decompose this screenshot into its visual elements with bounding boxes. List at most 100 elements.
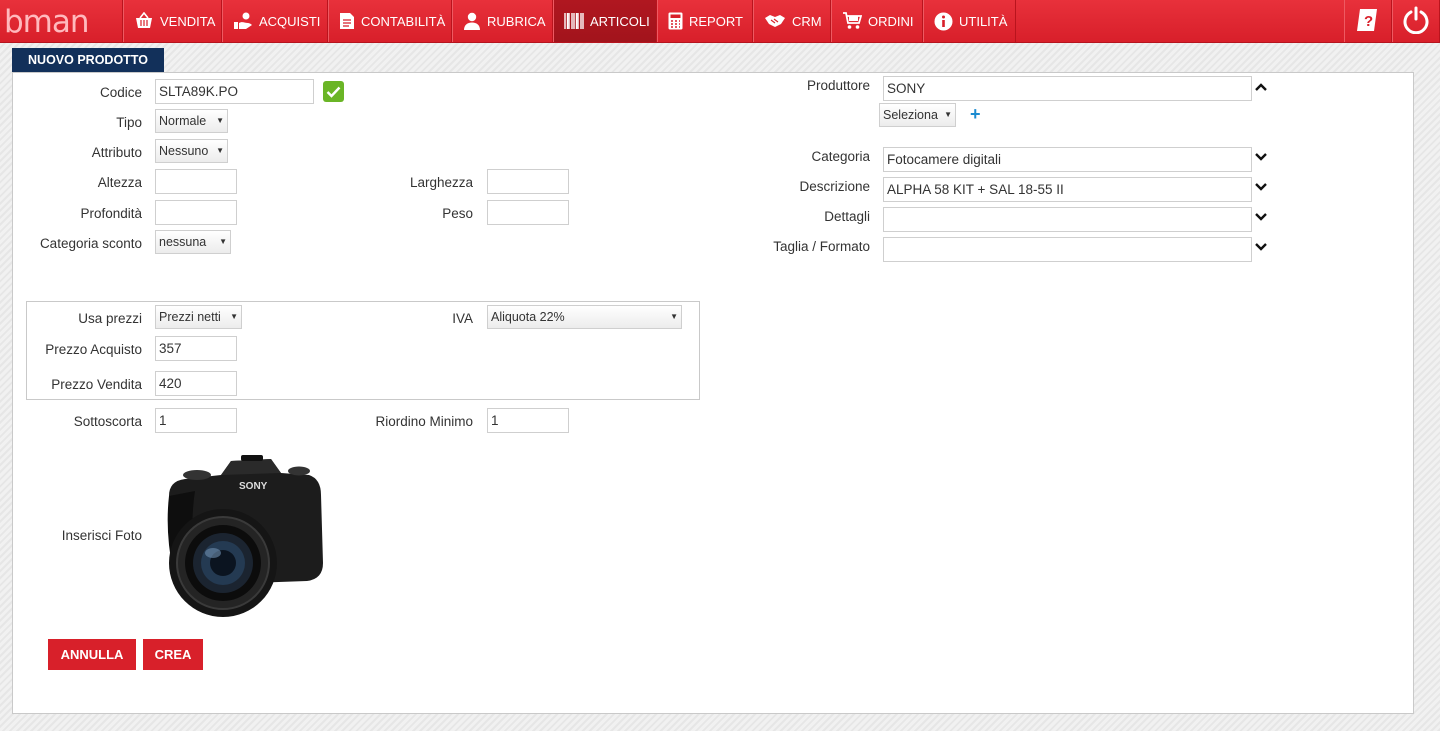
iva-value: Aliquota 22% xyxy=(491,310,565,324)
profondita-label: Profondità xyxy=(80,206,142,221)
nav-item-label: ORDINI xyxy=(868,13,914,29)
nav-item-label: REPORT xyxy=(689,13,743,29)
codice-label: Codice xyxy=(99,85,142,100)
tipo-label: Tipo xyxy=(116,115,142,130)
chevron-down-icon[interactable] xyxy=(1254,212,1268,222)
calculator-icon xyxy=(668,12,683,30)
dettagli-label: Dettagli xyxy=(824,209,870,224)
riordino-minimo-field[interactable]: 1 xyxy=(487,408,569,433)
dettagli-field[interactable] xyxy=(883,207,1252,232)
caret-down-icon: ▼ xyxy=(216,116,224,125)
usa-prezzi-select[interactable]: Prezzi netti ▼ xyxy=(155,305,242,329)
svg-text:?: ? xyxy=(1364,13,1373,30)
top-navigation-bar: bman VENDITA ACQUISTI CONTABILITÀ RUBRIC… xyxy=(0,0,1440,43)
basket-icon xyxy=(134,12,154,30)
prezzo-acquisto-field[interactable]: 357 xyxy=(155,336,237,361)
nav-item-ordini[interactable]: ORDINI xyxy=(831,0,923,42)
nav-item-articoli[interactable]: ARTICOLI xyxy=(553,0,657,42)
chevron-down-icon[interactable] xyxy=(1254,242,1268,252)
help-icon: ? xyxy=(1355,7,1381,36)
handshake-icon xyxy=(764,13,786,29)
power-icon xyxy=(1402,6,1430,37)
nav-item-report[interactable]: REPORT xyxy=(657,0,753,42)
descrizione-label: Descrizione xyxy=(799,179,870,194)
nav-item-utilita[interactable]: UTILITÀ xyxy=(923,0,1016,42)
nav-item-label: ARTICOLI xyxy=(590,13,650,29)
sottoscorta-field[interactable]: 1 xyxy=(155,408,237,433)
codice-field[interactable]: SLTA89K.PO xyxy=(155,79,314,104)
document-icon xyxy=(339,12,355,30)
sottoscorta-label: Sottoscorta xyxy=(73,414,142,429)
caret-down-icon: ▼ xyxy=(670,312,678,321)
peso-field[interactable] xyxy=(487,200,569,225)
camera-image: SONY xyxy=(167,455,323,617)
categoria-sconto-select[interactable]: nessuna ▼ xyxy=(155,230,231,254)
taglia-formato-field[interactable] xyxy=(883,237,1252,262)
hand-coin-icon xyxy=(233,12,253,30)
categoria-label: Categoria xyxy=(811,149,870,164)
crea-button[interactable]: CREA xyxy=(143,639,203,670)
user-icon xyxy=(463,12,481,30)
nav-item-rubrica[interactable]: RUBRICA xyxy=(452,0,553,42)
nav-item-label: RUBRICA xyxy=(487,13,546,29)
nav-item-label: VENDITA xyxy=(160,13,216,29)
profondita-field[interactable] xyxy=(155,200,237,225)
product-photo[interactable]: SONY xyxy=(161,451,327,621)
riordino-minimo-label: Riordino Minimo xyxy=(375,414,473,429)
annulla-button[interactable]: ANNULLA xyxy=(48,639,136,670)
nav-item-label: CRM xyxy=(792,13,822,29)
produttore-field[interactable]: SONY xyxy=(883,76,1252,101)
categoria-sconto-value: nessuna xyxy=(159,235,207,249)
usa-prezzi-label: Usa prezzi xyxy=(78,311,142,326)
nav-item-label: CONTABILITÀ xyxy=(361,13,446,29)
inserisci-foto-label: Inserisci Foto xyxy=(61,528,142,543)
nav-item-label: UTILITÀ xyxy=(959,13,1008,29)
iva-label: IVA xyxy=(452,311,473,326)
peso-label: Peso xyxy=(442,206,473,221)
chevron-down-icon[interactable] xyxy=(1254,152,1268,162)
tipo-select[interactable]: Normale ▼ xyxy=(155,109,228,133)
usa-prezzi-value: Prezzi netti xyxy=(159,310,221,324)
info-icon xyxy=(934,12,953,31)
chevron-down-icon[interactable] xyxy=(1254,182,1268,192)
page-title-tab: NUOVO PRODOTTO xyxy=(12,48,164,72)
produttore-seleziona-select[interactable]: Seleziona ▼ xyxy=(879,103,956,127)
nav-item-crm[interactable]: CRM xyxy=(753,0,831,42)
larghezza-label: Larghezza xyxy=(409,175,473,190)
caret-down-icon: ▼ xyxy=(230,312,238,321)
code-valid-check-icon xyxy=(323,81,344,102)
tipo-value: Normale xyxy=(159,114,207,128)
prezzo-acquisto-label: Prezzo Acquisto xyxy=(45,342,142,357)
attributo-select[interactable]: Nessuno ▼ xyxy=(155,139,228,163)
nav-item-label: ACQUISTI xyxy=(259,13,321,29)
altezza-field[interactable] xyxy=(155,169,237,194)
nav-item-contabilita[interactable]: CONTABILITÀ xyxy=(328,0,452,42)
categoria-field[interactable]: Fotocamere digitali xyxy=(883,147,1252,172)
caret-down-icon: ▼ xyxy=(219,237,227,246)
add-produttore-icon[interactable]: + xyxy=(970,104,981,125)
prezzo-vendita-label: Prezzo Vendita xyxy=(51,377,142,392)
taglia-formato-label: Taglia / Formato xyxy=(773,239,870,254)
produttore-label: Produttore xyxy=(806,78,870,93)
chevron-up-icon[interactable] xyxy=(1254,82,1268,92)
seleziona-value: Seleziona xyxy=(883,108,938,122)
prezzo-vendita-field[interactable]: 420 xyxy=(155,371,237,396)
nav-item-acquisti[interactable]: ACQUISTI xyxy=(222,0,328,42)
attributo-value: Nessuno xyxy=(159,144,209,158)
iva-select[interactable]: Aliquota 22% ▼ xyxy=(487,305,682,329)
logout-button[interactable] xyxy=(1392,0,1440,42)
descrizione-field[interactable]: ALPHA 58 KIT + SAL 18-55 II xyxy=(883,177,1252,202)
larghezza-field[interactable] xyxy=(487,169,569,194)
caret-down-icon: ▼ xyxy=(216,146,224,155)
barcode-icon xyxy=(564,12,584,30)
cart-icon xyxy=(842,12,862,30)
categoria-sconto-label: Categoria sconto xyxy=(39,236,142,251)
app-logo[interactable]: bman xyxy=(0,0,123,43)
nav-item-vendita[interactable]: VENDITA xyxy=(123,0,222,42)
help-button[interactable]: ? xyxy=(1344,0,1392,42)
product-form-panel: Codice SLTA89K.PO Tipo Normale ▼ Attribut… xyxy=(12,72,1414,714)
camera-brand-text: SONY xyxy=(239,481,268,492)
altezza-label: Altezza xyxy=(97,175,142,190)
attributo-label: Attributo xyxy=(91,145,142,160)
